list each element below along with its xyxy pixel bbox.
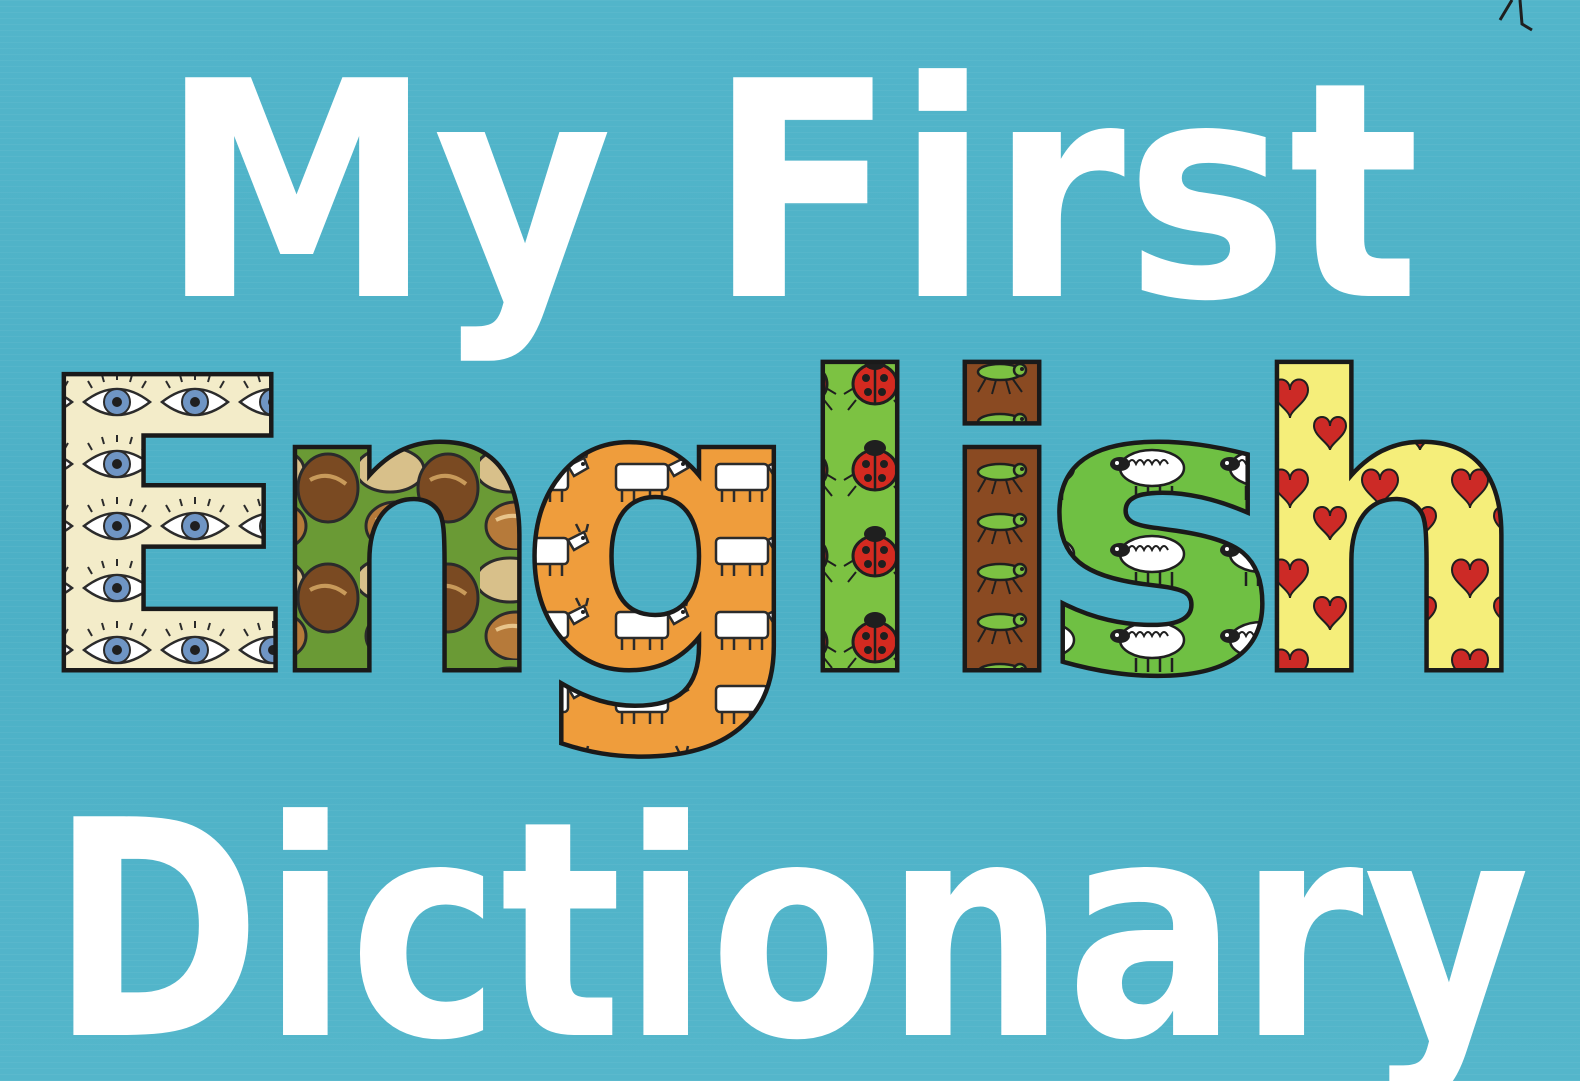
- title-line-2: E n g l i s h: [25, 294, 1535, 768]
- letter-e-eyes: E: [29, 298, 302, 763]
- letter-n-nuts: n: [264, 298, 549, 763]
- letter-l-ladybirds: l: [791, 298, 928, 763]
- book-cover: My First E n g l i s h Dictionary: [0, 0, 1580, 1081]
- title-line-3: Dictionary: [50, 757, 1530, 1081]
- letter-g-goats: g: [519, 298, 805, 763]
- letter-s-sheep: s: [1041, 298, 1279, 763]
- letter-h-hearts: h: [1246, 298, 1531, 763]
- cover-artwork: My First E n g l i s h Dictionary: [0, 0, 1580, 1081]
